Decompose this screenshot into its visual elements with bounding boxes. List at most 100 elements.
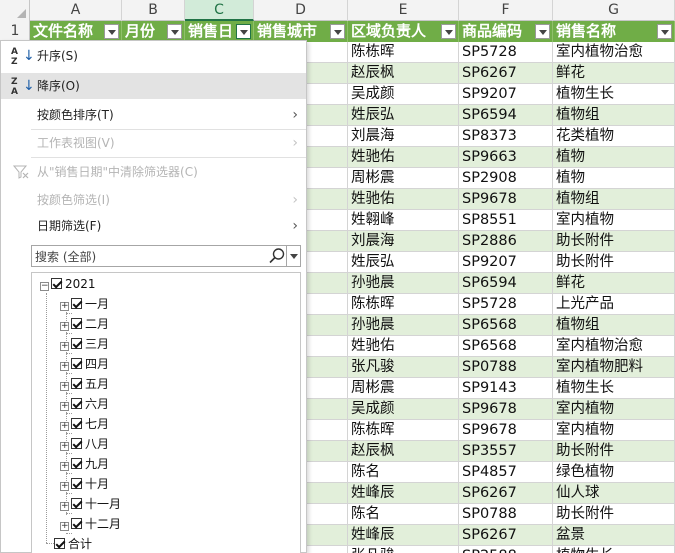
tree-item-month[interactable]: + 十一月 bbox=[60, 494, 121, 514]
expand-icon[interactable]: + bbox=[60, 322, 69, 331]
tree-item-month[interactable]: + 三月 bbox=[60, 334, 109, 354]
table-cell[interactable]: 盆景 bbox=[553, 525, 675, 546]
table-cell[interactable]: 陈栋晖 bbox=[348, 294, 459, 315]
table-cell[interactable]: 姓驰佑 bbox=[348, 189, 459, 210]
expand-icon[interactable]: + bbox=[60, 422, 69, 431]
checkbox-checked-icon[interactable] bbox=[71, 398, 82, 409]
expand-icon[interactable]: + bbox=[60, 362, 69, 371]
tree-item-month[interactable]: + 八月 bbox=[60, 434, 109, 454]
table-cell[interactable]: SP4857 bbox=[459, 462, 553, 483]
search-scope-dropdown[interactable] bbox=[286, 246, 301, 266]
row-header-1[interactable]: 1 bbox=[0, 21, 30, 42]
checkbox-checked-icon[interactable] bbox=[71, 318, 82, 329]
table-cell[interactable]: SP6568 bbox=[459, 336, 553, 357]
tree-item-month[interactable]: + 十月 bbox=[60, 474, 109, 494]
checkbox-checked-icon[interactable] bbox=[71, 438, 82, 449]
expand-icon[interactable]: + bbox=[60, 302, 69, 311]
column-header-e[interactable]: E bbox=[348, 0, 459, 21]
table-cell[interactable]: 植物组 bbox=[553, 105, 675, 126]
tree-item-month[interactable]: + 五月 bbox=[60, 374, 109, 394]
table-cell[interactable]: 鲜花 bbox=[553, 273, 675, 294]
table-cell[interactable]: SP8373 bbox=[459, 126, 553, 147]
table-cell[interactable]: 周彬震 bbox=[348, 168, 459, 189]
table-cell[interactable]: SP2588 bbox=[459, 546, 553, 553]
table-cell[interactable]: 赵辰枫 bbox=[348, 63, 459, 84]
filter-dropdown-button[interactable] bbox=[167, 24, 182, 39]
checkbox-checked-icon[interactable] bbox=[71, 338, 82, 349]
tree-item-year[interactable]: − 2021 bbox=[40, 274, 96, 294]
table-cell[interactable]: SP2908 bbox=[459, 168, 553, 189]
table-cell[interactable]: 姓峰辰 bbox=[348, 525, 459, 546]
column-header-c[interactable]: C bbox=[185, 0, 254, 21]
tree-item-total[interactable]: 合计 bbox=[54, 534, 92, 553]
checkbox-checked-icon[interactable] bbox=[71, 478, 82, 489]
expand-icon[interactable]: + bbox=[60, 462, 69, 471]
checkbox-checked-icon[interactable] bbox=[71, 378, 82, 389]
tree-item-month[interactable]: + 六月 bbox=[60, 394, 109, 414]
table-cell[interactable]: 植物 bbox=[553, 147, 675, 168]
checkbox-checked-icon[interactable] bbox=[71, 418, 82, 429]
table-cell[interactable]: SP9678 bbox=[459, 420, 553, 441]
checkbox-checked-icon[interactable] bbox=[71, 358, 82, 369]
table-cell[interactable]: SP6267 bbox=[459, 483, 553, 504]
table-cell[interactable]: 绿色植物 bbox=[553, 462, 675, 483]
filter-dropdown-button[interactable] bbox=[104, 24, 119, 39]
table-cell[interactable]: 姓辰弘 bbox=[348, 105, 459, 126]
table-cell[interactable]: 刘晨海 bbox=[348, 231, 459, 252]
select-all-corner[interactable] bbox=[0, 0, 30, 21]
table-cell[interactable]: 助长附件 bbox=[553, 252, 675, 273]
filter-search-box[interactable] bbox=[31, 245, 301, 267]
checkbox-checked-icon[interactable] bbox=[71, 518, 82, 529]
expand-icon[interactable]: + bbox=[60, 402, 69, 411]
table-cell[interactable]: 姓驰佑 bbox=[348, 147, 459, 168]
table-cell[interactable]: SP6267 bbox=[459, 63, 553, 84]
checkbox-checked-icon[interactable] bbox=[71, 498, 82, 509]
table-cell[interactable]: 陈栋晖 bbox=[348, 420, 459, 441]
table-cell[interactable]: 吴成颜 bbox=[348, 399, 459, 420]
table-cell[interactable]: 室内植物 bbox=[553, 210, 675, 231]
checkbox-checked-icon[interactable] bbox=[71, 458, 82, 469]
table-cell[interactable]: SP6594 bbox=[459, 273, 553, 294]
table-cell[interactable]: 周彬震 bbox=[348, 378, 459, 399]
table-cell[interactable]: 吴成颜 bbox=[348, 84, 459, 105]
date-filter-item[interactable]: 日期筛选(F) › bbox=[1, 213, 306, 239]
table-cell[interactable]: 花类植物 bbox=[553, 126, 675, 147]
column-header-a[interactable]: A bbox=[30, 0, 122, 21]
table-cell[interactable]: 室内植物治愈 bbox=[553, 42, 675, 63]
table-cell[interactable]: 植物生长 bbox=[553, 84, 675, 105]
table-cell[interactable]: SP0788 bbox=[459, 357, 553, 378]
table-cell[interactable]: 植物生长 bbox=[553, 378, 675, 399]
table-cell[interactable]: 助长附件 bbox=[553, 441, 675, 462]
expand-icon[interactable]: + bbox=[60, 342, 69, 351]
table-cell[interactable]: 陈名 bbox=[348, 504, 459, 525]
search-icon[interactable] bbox=[268, 247, 286, 265]
collapse-icon[interactable]: − bbox=[40, 282, 49, 291]
table-cell[interactable]: 室内植物 bbox=[553, 420, 675, 441]
table-cell[interactable]: SP2886 bbox=[459, 231, 553, 252]
filter-search-input[interactable] bbox=[32, 247, 264, 267]
checkbox-checked-icon[interactable] bbox=[54, 538, 65, 549]
table-cell[interactable]: 陈名 bbox=[348, 462, 459, 483]
tree-item-month[interactable]: + 二月 bbox=[60, 314, 109, 334]
table-cell[interactable]: 室内植物肥料 bbox=[553, 357, 675, 378]
filter-dropdown-button[interactable] bbox=[441, 24, 456, 39]
tree-item-month[interactable]: + 九月 bbox=[60, 454, 109, 474]
table-cell[interactable]: SP9207 bbox=[459, 252, 553, 273]
table-cell[interactable]: SP8551 bbox=[459, 210, 553, 231]
table-cell[interactable]: 孙驰晨 bbox=[348, 273, 459, 294]
expand-icon[interactable]: + bbox=[60, 522, 69, 531]
table-cell[interactable]: 刘晨海 bbox=[348, 126, 459, 147]
table-cell[interactable]: 仙人球 bbox=[553, 483, 675, 504]
table-cell[interactable]: 张凡骏 bbox=[348, 357, 459, 378]
table-cell[interactable]: 姓翱峰 bbox=[348, 210, 459, 231]
table-cell[interactable]: 张凡骏 bbox=[348, 546, 459, 553]
table-cell[interactable]: 室内植物 bbox=[553, 399, 675, 420]
table-cell[interactable]: 孙驰晨 bbox=[348, 315, 459, 336]
table-cell[interactable]: 赵辰枫 bbox=[348, 441, 459, 462]
table-cell[interactable]: SP6568 bbox=[459, 315, 553, 336]
expand-icon[interactable]: + bbox=[60, 482, 69, 491]
table-cell[interactable]: 植物组 bbox=[553, 315, 675, 336]
sort-by-color-item[interactable]: 按颜色排序(T) › bbox=[1, 102, 306, 128]
table-cell[interactable]: 植物组 bbox=[553, 189, 675, 210]
table-cell[interactable]: 室内植物治愈 bbox=[553, 336, 675, 357]
